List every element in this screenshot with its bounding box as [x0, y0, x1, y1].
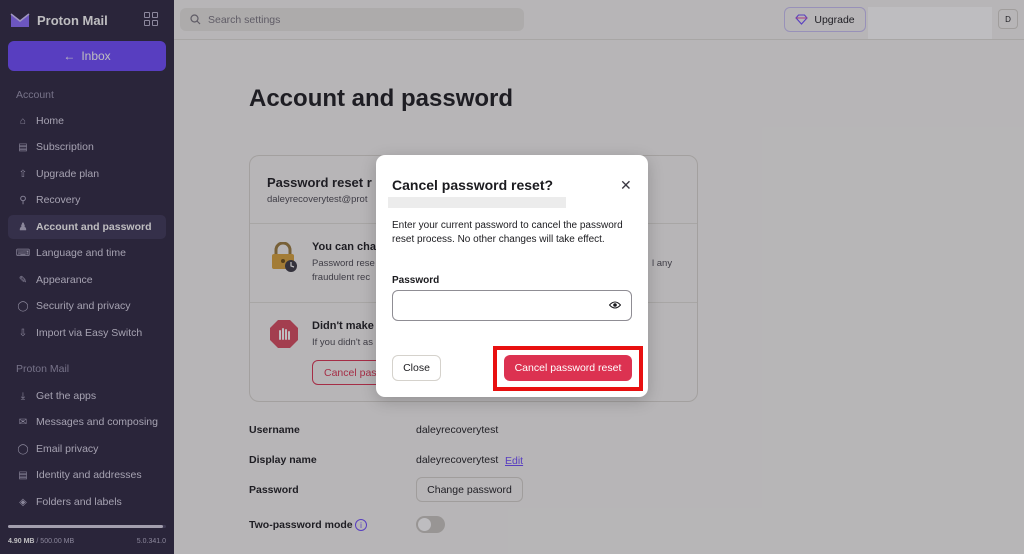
close-icon[interactable]: ✕ [620, 177, 632, 194]
highlight-annotation [493, 346, 643, 391]
redacted-text [388, 197, 566, 208]
modal-description: Enter your current password to cancel th… [392, 220, 623, 245]
modal-title: Cancel password reset? [392, 177, 554, 193]
close-button[interactable]: Close [392, 355, 441, 381]
password-field[interactable] [392, 290, 632, 321]
eye-icon[interactable] [609, 300, 621, 310]
modal-password-label: Password [392, 275, 440, 286]
